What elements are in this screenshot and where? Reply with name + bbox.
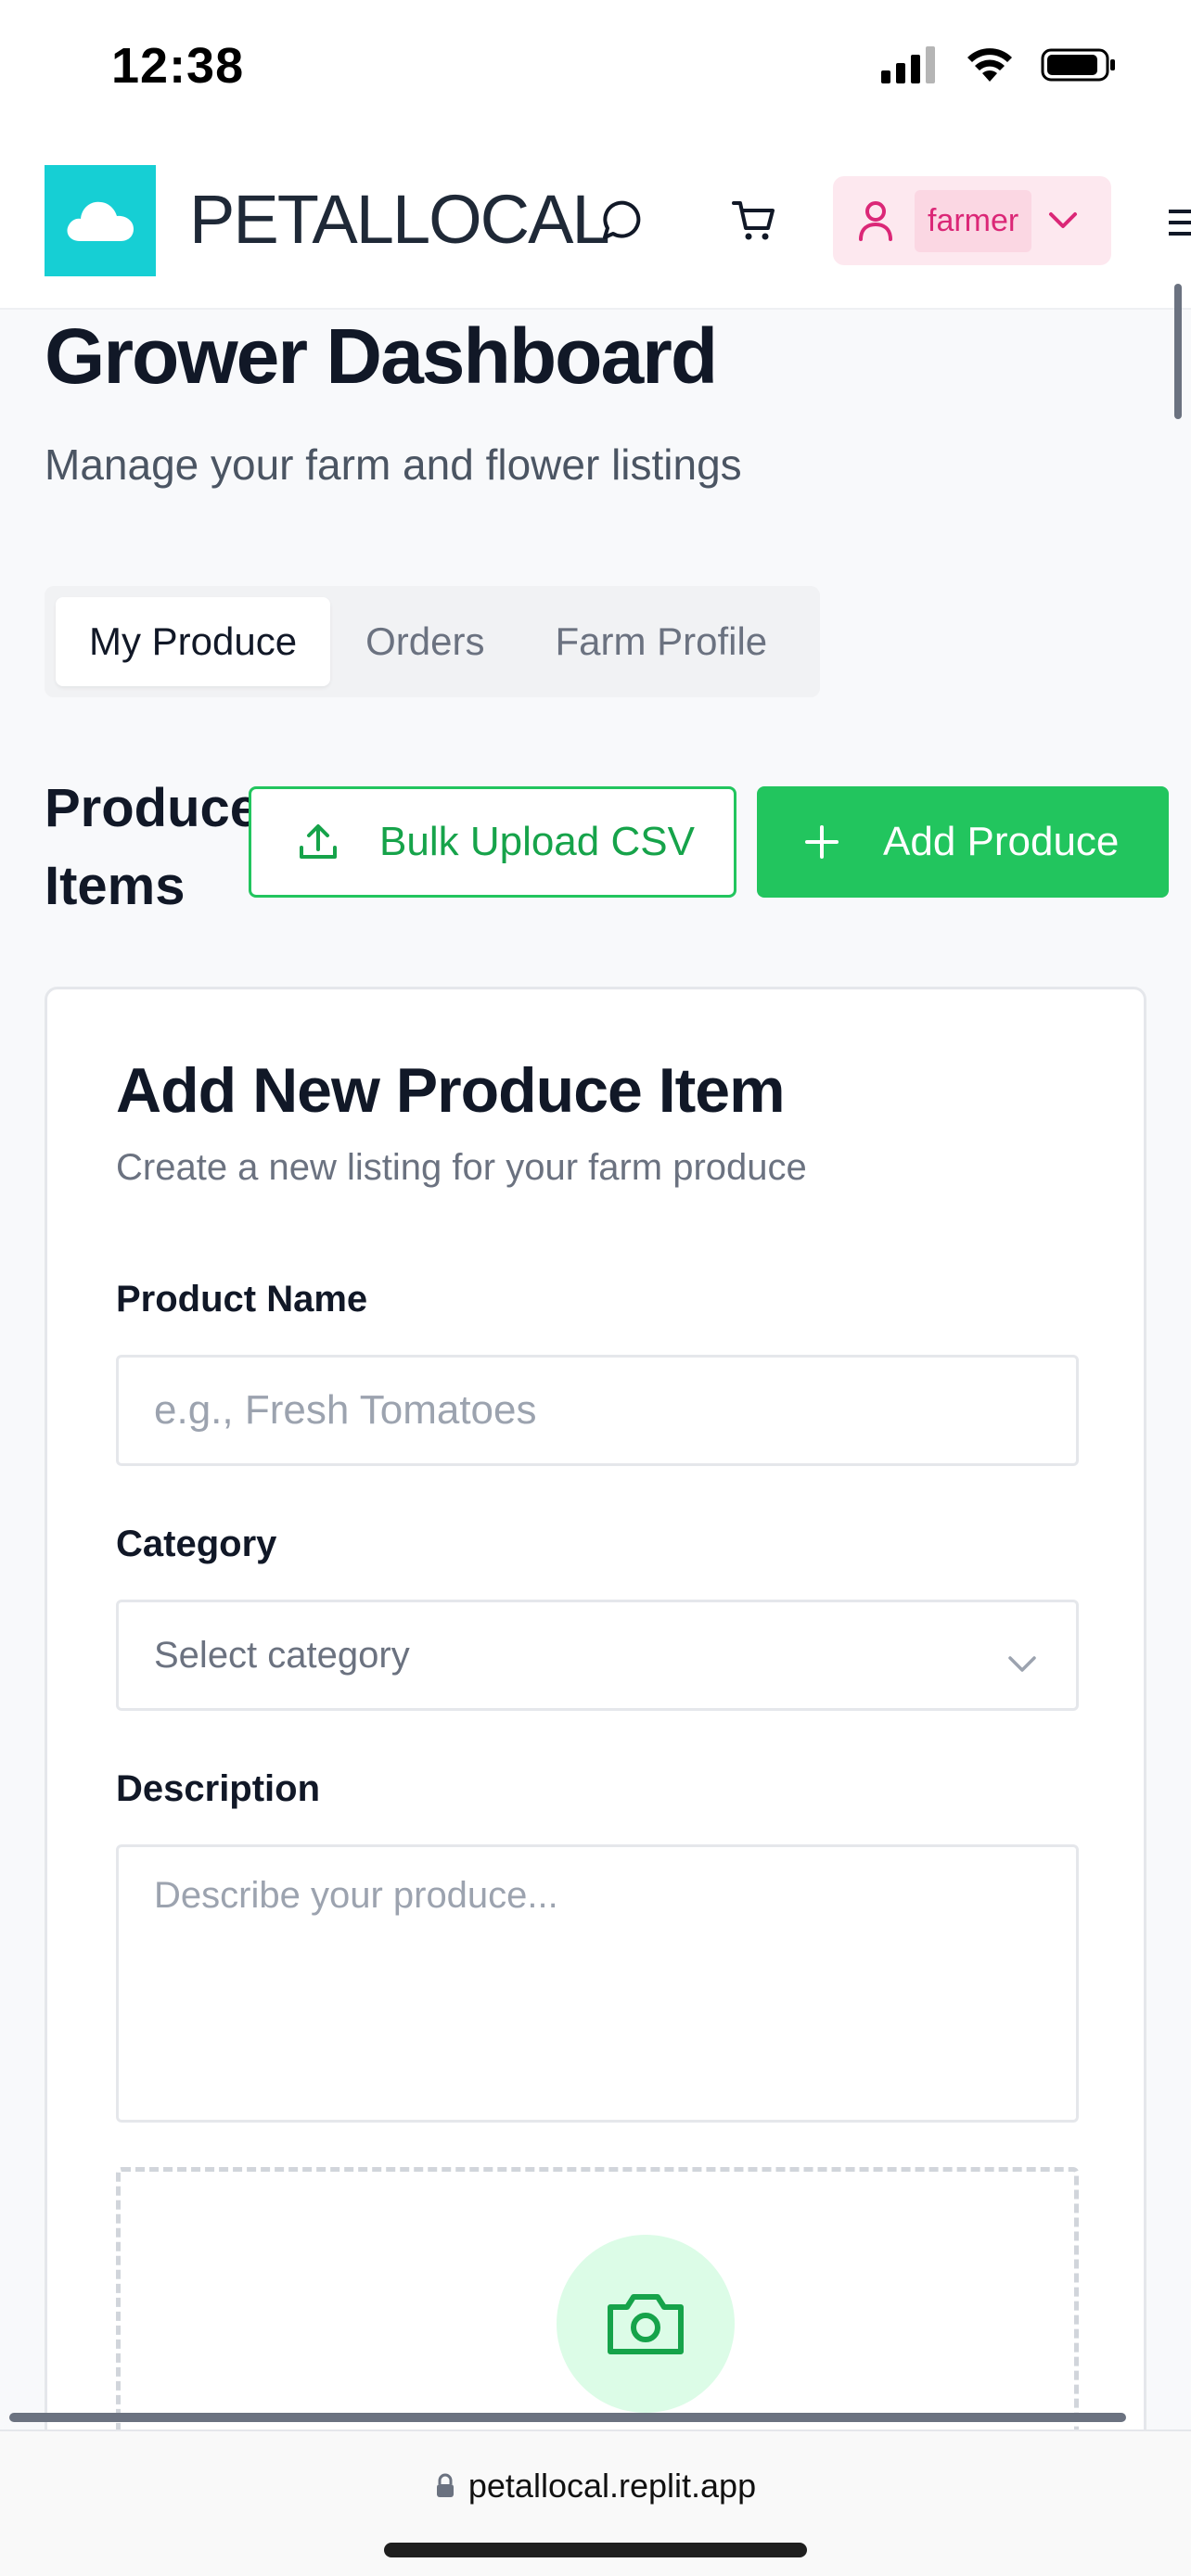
lock-icon	[436, 2473, 454, 2497]
wifi-icon	[967, 48, 1012, 82]
form-title: Add New Produce Item	[116, 1055, 786, 1126]
user-menu-button[interactable]: farmer	[833, 176, 1111, 265]
camera-icon	[608, 2294, 684, 2354]
add-produce-form-card: Add New Produce Item Create a new listin…	[45, 987, 1146, 2538]
chat-button[interactable]	[590, 191, 649, 250]
browser-bottom-bar: petallocal.replit.app	[0, 2429, 1191, 2576]
page-progress-line	[9, 2413, 1126, 2422]
camera-button[interactable]	[557, 2235, 735, 2413]
hamburger-menu-icon[interactable]	[1169, 204, 1191, 241]
app-header: PETALLOCAL farmer	[0, 139, 1191, 419]
bulk-upload-button[interactable]: Bulk Upload CSV	[249, 786, 736, 898]
page-title: Grower Dashboard	[45, 312, 718, 400]
cart-button[interactable]	[722, 191, 787, 250]
tab-my-produce[interactable]: My Produce	[56, 597, 331, 686]
section-title: Produce Items	[45, 778, 261, 916]
shopping-cart-icon	[732, 201, 775, 240]
category-select[interactable]: Select category	[116, 1600, 1079, 1711]
chevron-down-icon	[1007, 1641, 1037, 1683]
category-label: Category	[116, 1524, 277, 1564]
add-produce-button[interactable]: Add Produce	[757, 786, 1169, 898]
home-indicator[interactable]	[384, 2543, 807, 2557]
description-label: Description	[116, 1768, 321, 1809]
product-name-input[interactable]	[116, 1355, 1079, 1466]
dashboard-tabs: My Produce Orders Farm Profile	[45, 586, 820, 697]
signal-icon	[881, 46, 935, 83]
description-textarea[interactable]	[116, 1844, 1079, 2123]
user-icon	[859, 201, 892, 241]
plus-icon	[805, 825, 839, 859]
tab-farm-profile[interactable]: Farm Profile	[519, 597, 802, 686]
logo[interactable]	[45, 165, 156, 276]
battery-icon	[1041, 48, 1115, 82]
form-description: Create a new listing for your farm produ…	[116, 1147, 807, 1188]
scrollbar-thumb[interactable]	[1174, 284, 1182, 419]
product-name-label: Product Name	[116, 1279, 368, 1320]
user-name: farmer	[915, 189, 1032, 252]
status-time: 12:38	[111, 38, 245, 94]
brand-name[interactable]: PETALLOCAL	[189, 180, 610, 259]
chevron-down-icon	[1048, 211, 1078, 230]
category-placeholder: Select category	[154, 1634, 410, 1676]
upload-icon	[300, 824, 337, 859]
url-text: petallocal.replit.app	[467, 2467, 757, 2505]
bulk-upload-label: Bulk Upload CSV	[379, 819, 695, 864]
address-bar[interactable]: petallocal.replit.app	[0, 2467, 1191, 2506]
status-bar: 12:38	[0, 0, 1191, 139]
page-subtitle: Manage your farm and flower listings	[45, 440, 742, 489]
status-icons	[881, 46, 1117, 83]
cloud-logo-icon	[67, 201, 134, 241]
add-produce-label: Add Produce	[883, 819, 1120, 864]
tab-orders[interactable]: Orders	[330, 597, 519, 686]
message-circle-icon	[603, 200, 641, 239]
